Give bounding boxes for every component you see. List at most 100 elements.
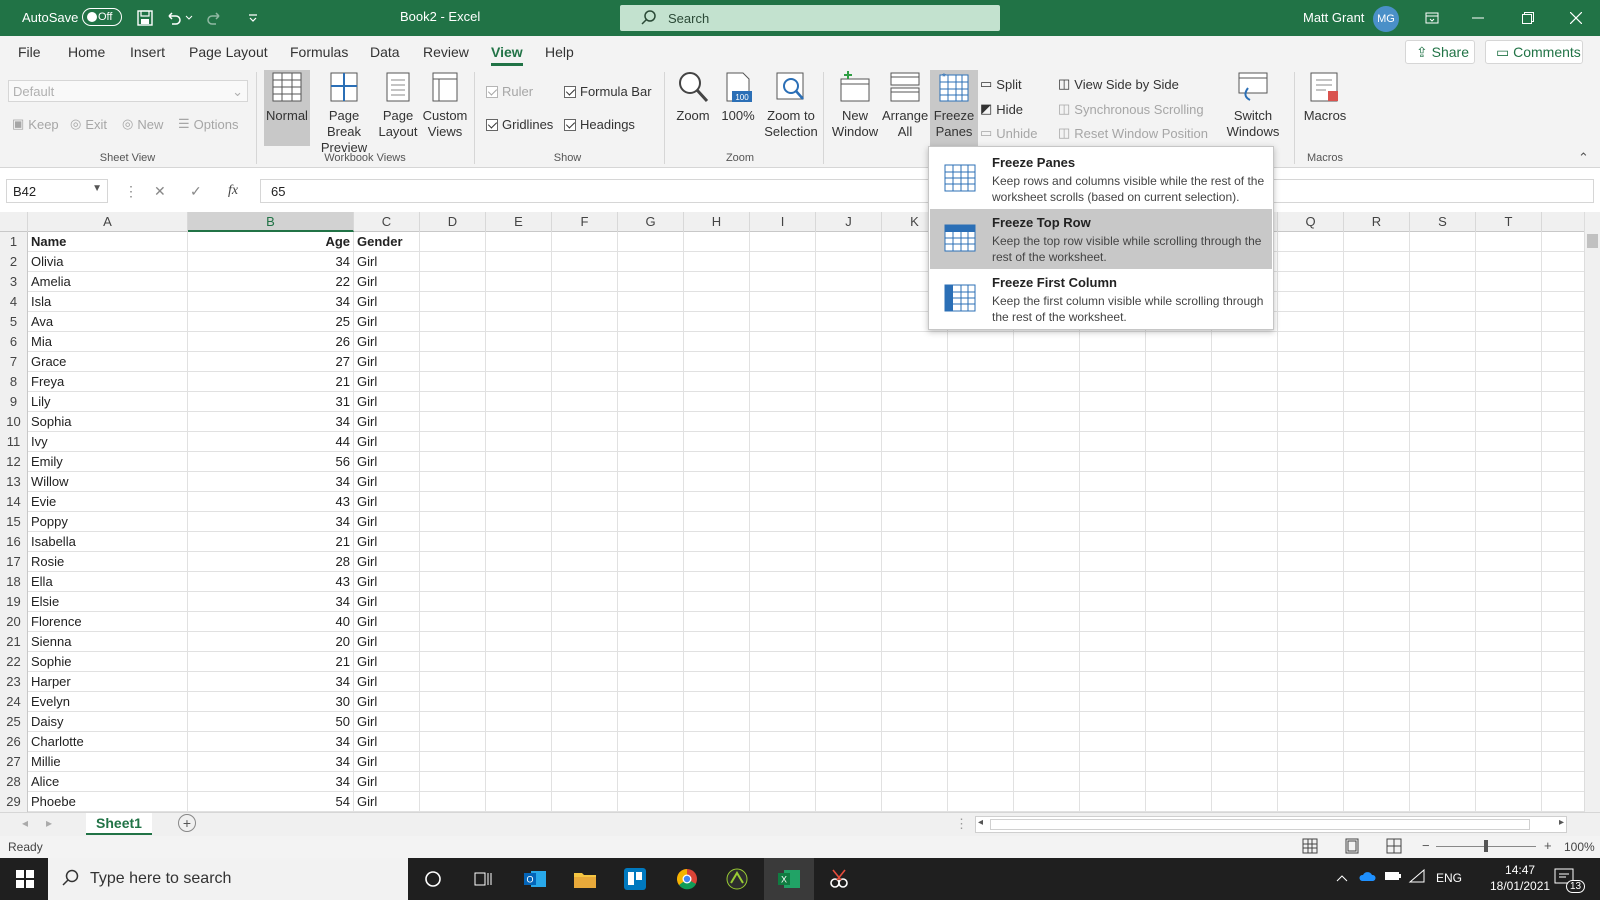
row-header[interactable]: 26 — [0, 732, 28, 752]
cell[interactable]: Rosie — [28, 552, 188, 572]
cell[interactable] — [552, 532, 618, 552]
cell[interactable]: Girl — [354, 732, 420, 752]
row-header[interactable]: 6 — [0, 332, 28, 352]
macros-button[interactable]: Macros — [1302, 70, 1348, 124]
cell[interactable] — [684, 612, 750, 632]
cell[interactable] — [750, 692, 816, 712]
cell[interactable] — [1344, 292, 1410, 312]
column-header[interactable]: B — [188, 212, 354, 232]
cell[interactable] — [420, 412, 486, 432]
cell[interactable] — [618, 292, 684, 312]
cell[interactable] — [486, 232, 552, 252]
cell[interactable] — [1344, 312, 1410, 332]
cell[interactable]: Girl — [354, 612, 420, 632]
insert-function-icon[interactable]: fx — [228, 183, 238, 199]
cell[interactable] — [1080, 672, 1146, 692]
cell[interactable] — [552, 412, 618, 432]
cell[interactable] — [1410, 752, 1476, 772]
cell[interactable] — [1278, 412, 1344, 432]
row-header[interactable]: 8 — [0, 372, 28, 392]
cell[interactable] — [618, 632, 684, 652]
cell[interactable] — [750, 752, 816, 772]
cell[interactable] — [1146, 792, 1212, 812]
cell[interactable] — [1080, 692, 1146, 712]
undo-icon[interactable] — [164, 8, 184, 28]
cell[interactable]: Girl — [354, 672, 420, 692]
excel-taskbar-icon[interactable]: X — [764, 858, 814, 900]
cell[interactable] — [552, 572, 618, 592]
cell[interactable] — [1146, 452, 1212, 472]
cell[interactable] — [948, 392, 1014, 412]
cell[interactable]: 34 — [188, 252, 354, 272]
zoom-slider-thumb[interactable] — [1484, 840, 1488, 852]
cell[interactable] — [618, 332, 684, 352]
cell[interactable] — [420, 292, 486, 312]
cell[interactable] — [1410, 552, 1476, 572]
cell[interactable] — [1344, 392, 1410, 412]
cell[interactable]: Isla — [28, 292, 188, 312]
cell[interactable] — [750, 772, 816, 792]
cell[interactable] — [1014, 652, 1080, 672]
cell[interactable] — [882, 732, 948, 752]
cell[interactable] — [1344, 372, 1410, 392]
cell[interactable] — [1278, 512, 1344, 532]
cell[interactable] — [1476, 512, 1542, 532]
cell[interactable] — [486, 412, 552, 432]
cell[interactable]: Girl — [354, 592, 420, 612]
cell[interactable] — [1278, 492, 1344, 512]
taskbar-search[interactable]: Type here to search — [48, 858, 408, 900]
cell[interactable] — [1410, 672, 1476, 692]
column-header[interactable]: A — [28, 212, 188, 232]
cell[interactable] — [618, 512, 684, 532]
cell[interactable] — [1278, 532, 1344, 552]
cell[interactable] — [486, 252, 552, 272]
redo-icon[interactable] — [204, 8, 224, 28]
cell[interactable] — [882, 572, 948, 592]
cell[interactable] — [1344, 232, 1410, 252]
cell[interactable]: 50 — [188, 712, 354, 732]
column-header[interactable]: C — [354, 212, 420, 232]
cell[interactable] — [420, 592, 486, 612]
cell[interactable]: Girl — [354, 492, 420, 512]
cell[interactable] — [420, 332, 486, 352]
cell[interactable] — [684, 292, 750, 312]
cell[interactable] — [1146, 552, 1212, 572]
cell[interactable]: 28 — [188, 552, 354, 572]
cell[interactable] — [552, 272, 618, 292]
headings-checkbox[interactable]: Headings — [564, 117, 635, 132]
cell[interactable] — [552, 692, 618, 712]
cell[interactable]: Grace — [28, 352, 188, 372]
cell[interactable] — [1476, 712, 1542, 732]
cell[interactable] — [420, 492, 486, 512]
cell[interactable] — [1080, 352, 1146, 372]
cell[interactable] — [1344, 272, 1410, 292]
cell[interactable] — [684, 232, 750, 252]
cell[interactable] — [882, 372, 948, 392]
cell[interactable] — [750, 372, 816, 392]
cell[interactable] — [1212, 672, 1278, 692]
cell[interactable] — [750, 252, 816, 272]
cell[interactable] — [684, 472, 750, 492]
column-header[interactable]: E — [486, 212, 552, 232]
cell[interactable] — [420, 352, 486, 372]
cell[interactable]: Girl — [354, 772, 420, 792]
cell[interactable] — [684, 692, 750, 712]
cell[interactable] — [1344, 532, 1410, 552]
cell[interactable] — [552, 672, 618, 692]
save-icon[interactable] — [135, 8, 155, 28]
cell[interactable] — [684, 672, 750, 692]
cell[interactable] — [816, 592, 882, 612]
cell[interactable] — [1278, 572, 1344, 592]
cell[interactable] — [1410, 512, 1476, 532]
cell[interactable] — [1278, 692, 1344, 712]
cell[interactable] — [1476, 452, 1542, 472]
row-header[interactable]: 5 — [0, 312, 28, 332]
cell[interactable] — [1146, 392, 1212, 412]
cell[interactable] — [1080, 772, 1146, 792]
cell[interactable] — [816, 512, 882, 532]
cell[interactable] — [948, 672, 1014, 692]
cell[interactable] — [1146, 652, 1212, 672]
cell[interactable] — [684, 332, 750, 352]
cell[interactable]: 21 — [188, 372, 354, 392]
cell[interactable] — [1014, 472, 1080, 492]
